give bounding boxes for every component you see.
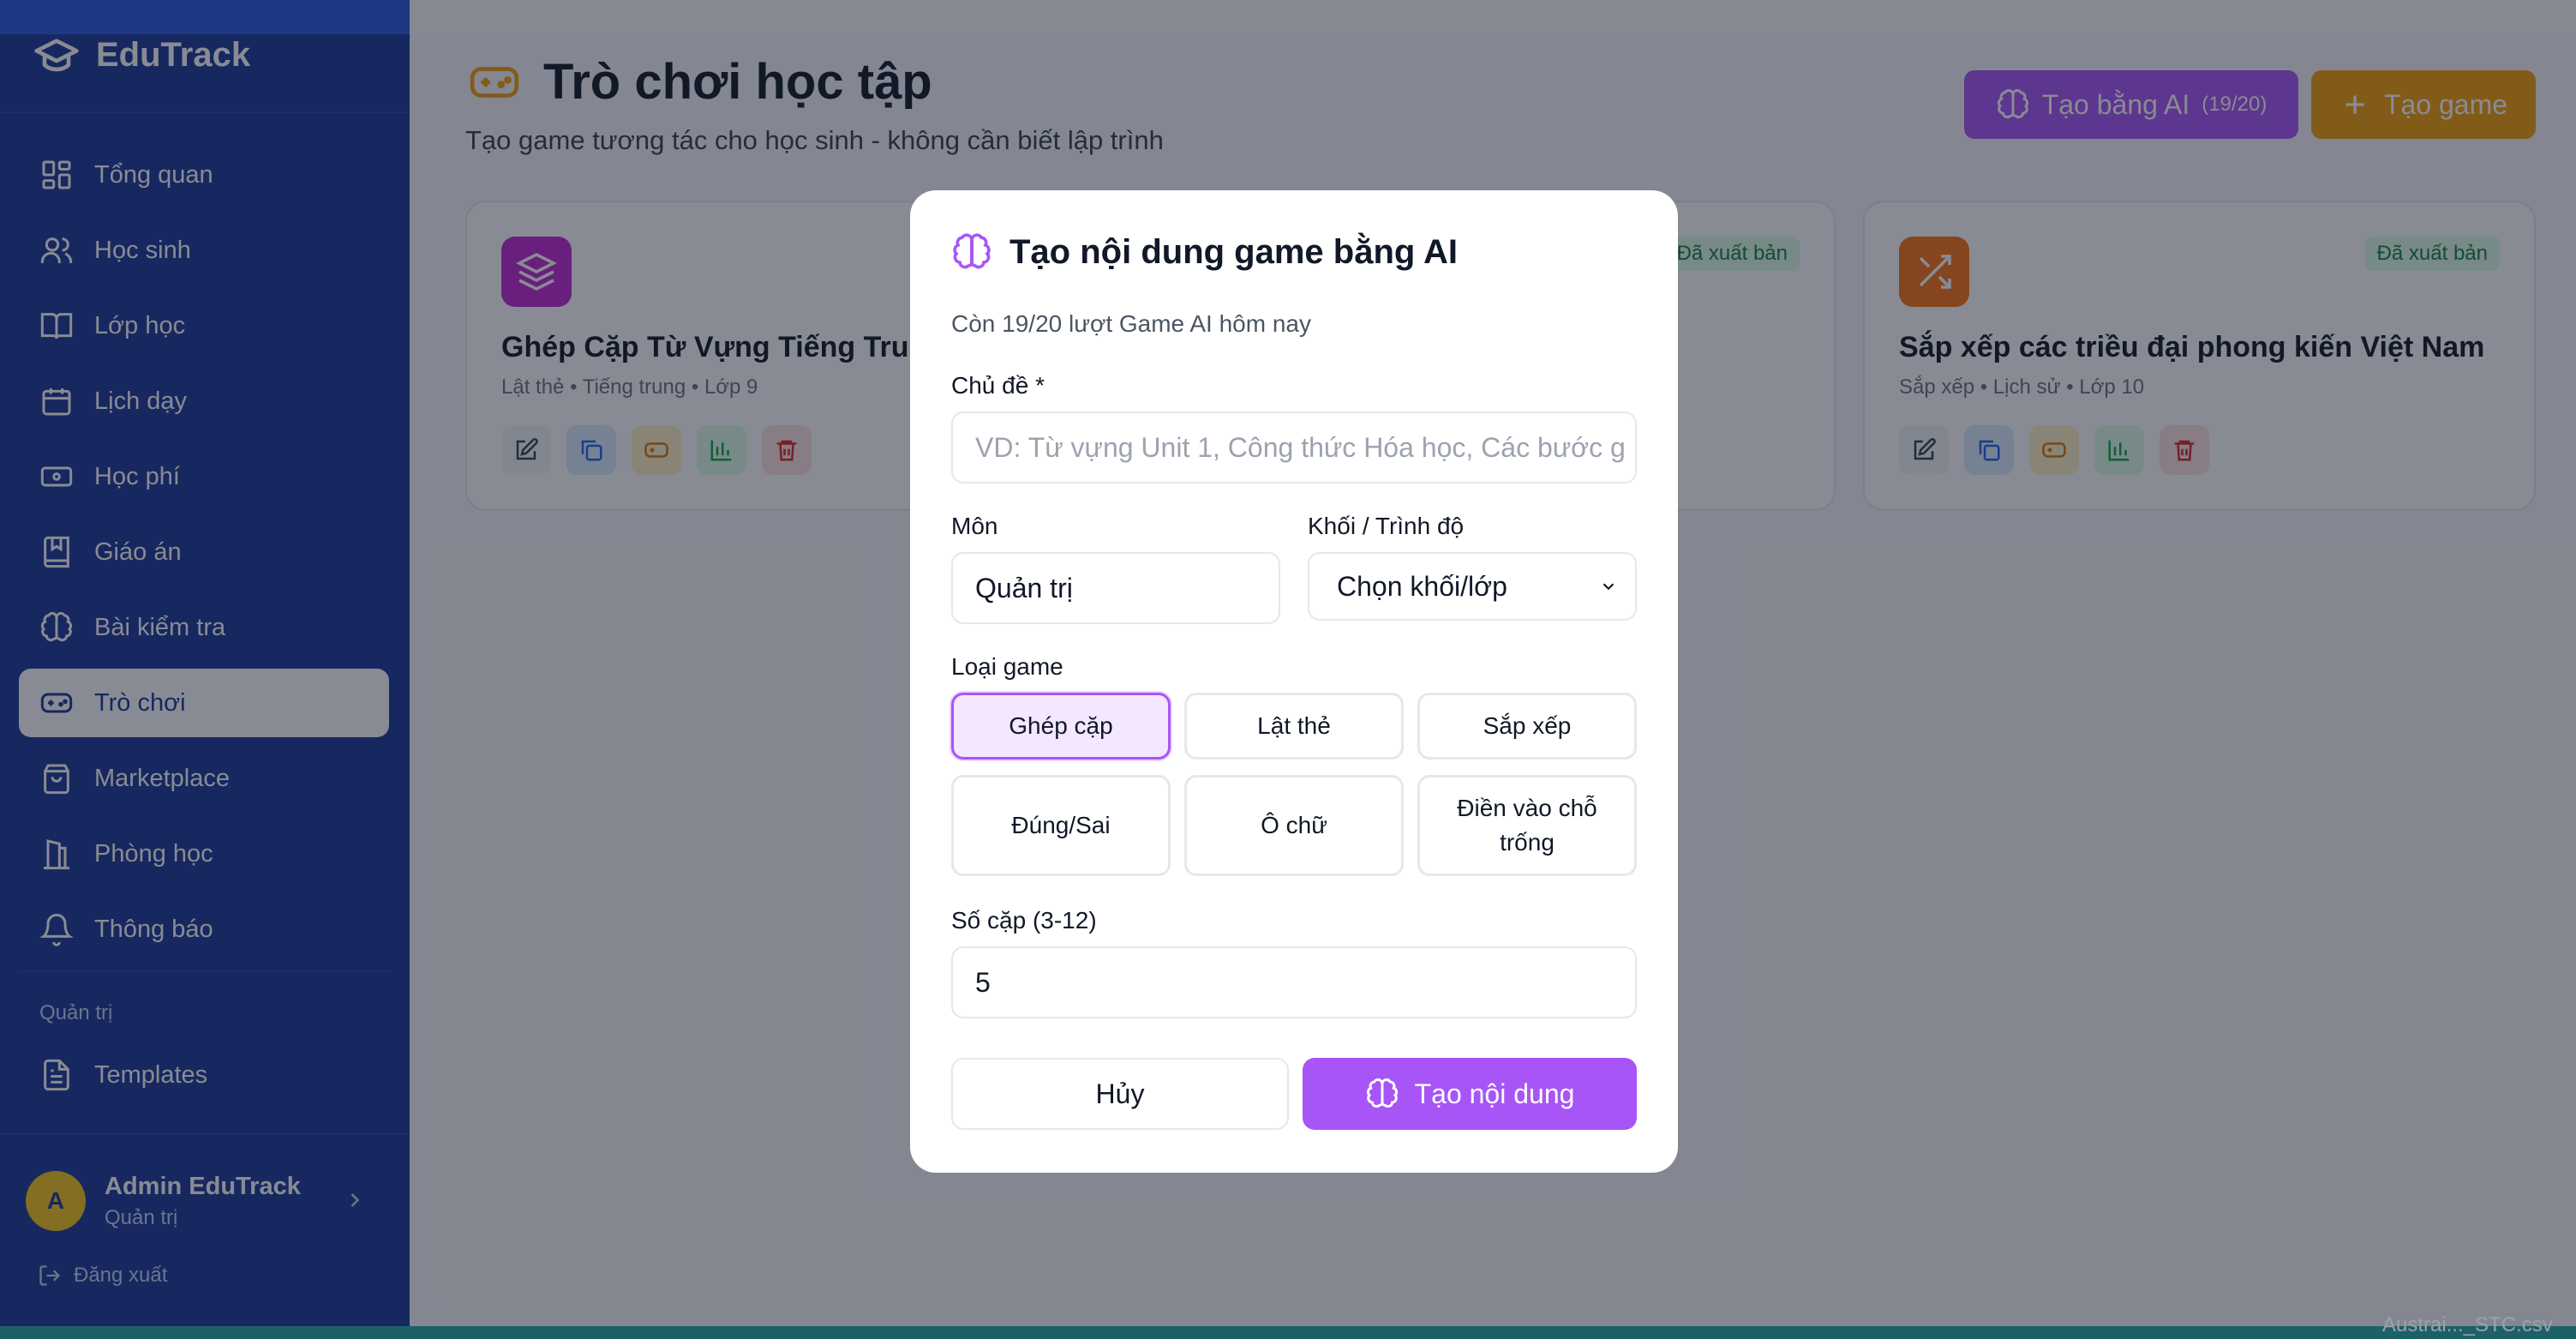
desktop-file-label: Austrai..._STC.csv	[2382, 1313, 2553, 1336]
game-type-option-ghep-cap[interactable]: Ghép cặp	[951, 693, 1171, 760]
generate-content-button[interactable]: Tạo nội dung	[1303, 1058, 1637, 1130]
subject-input[interactable]: Quản trị	[951, 552, 1280, 624]
level-select-value: Chọn khối/lớp	[1337, 570, 1507, 602]
cancel-button[interactable]: Hủy	[951, 1058, 1289, 1130]
app-frame: EduTrack Tổng quan Học sinh Lớp học Lịch…	[0, 0, 2576, 1326]
topic-label: Chủ đề *	[951, 372, 1045, 399]
game-type-option-dung-sai[interactable]: Đúng/Sai	[951, 775, 1171, 876]
game-type-option-lat-the[interactable]: Lật thẻ	[1184, 693, 1404, 760]
modal-title: Tạo nội dung game bằng AI	[1009, 232, 1458, 271]
pairs-input[interactable]: 5	[951, 946, 1637, 1018]
game-type-option-dien-vao-cho-trong[interactable]: Điền vào chỗ trống	[1417, 775, 1637, 876]
game-type-option-o-chu[interactable]: Ô chữ	[1184, 775, 1404, 876]
ai-quota-remaining: Còn 19/20 lượt Game AI hôm nay	[951, 310, 1311, 337]
pairs-label: Số cặp (3-12)	[951, 907, 1097, 934]
modal-header: Tạo nội dung game bằng AI	[951, 231, 1458, 273]
level-label: Khối / Trình độ	[1308, 513, 1465, 539]
ai-generate-modal: Tạo nội dung game bằng AI Còn 19/20 lượt…	[910, 190, 1678, 1173]
subject-label: Môn	[951, 513, 998, 539]
level-select[interactable]: Chọn khối/lớp	[1308, 552, 1637, 621]
brain-icon	[953, 233, 991, 269]
generate-content-label: Tạo nội dung	[1414, 1078, 1575, 1109]
chevron-down-icon	[1603, 583, 1614, 591]
brain-icon	[1366, 1078, 1398, 1108]
game-type-option-sap-xep[interactable]: Sắp xếp	[1417, 693, 1637, 760]
topic-input[interactable]: VD: Từ vựng Unit 1, Công thức Hóa học, C…	[951, 411, 1637, 483]
game-type-label: Loại game	[951, 653, 1063, 680]
